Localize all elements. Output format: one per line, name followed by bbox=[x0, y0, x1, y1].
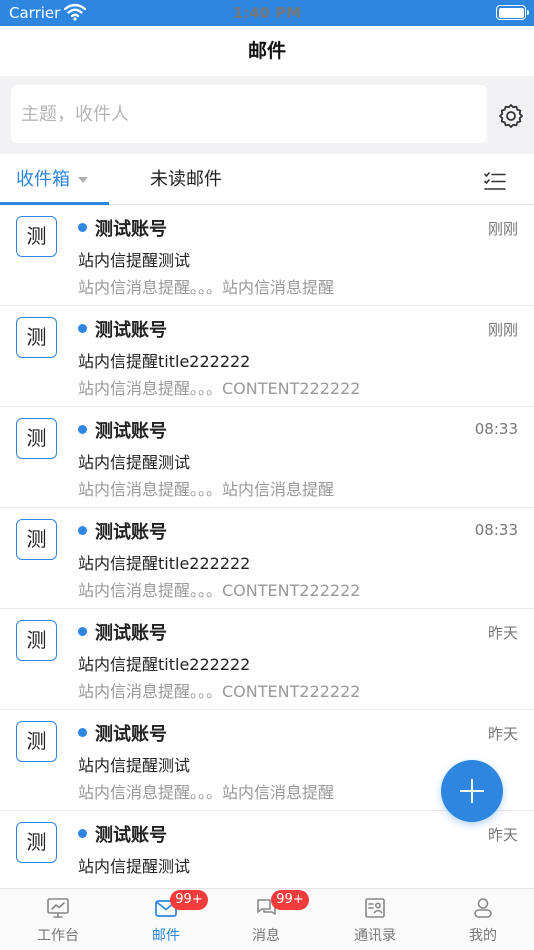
unread-dot bbox=[78, 728, 87, 737]
unread-dot bbox=[78, 324, 87, 333]
tab-unread[interactable]: 未读邮件 bbox=[150, 154, 222, 205]
avatar: 测 bbox=[16, 721, 57, 762]
message-preview: 站内信消息提醒。。。站内信消息提醒 bbox=[78, 480, 335, 499]
status-time: 1:40 PM bbox=[232, 4, 302, 22]
message-time: 08:33 bbox=[474, 521, 518, 539]
page-title: 邮件 bbox=[247, 40, 286, 62]
message-sender: 测试账号 bbox=[95, 825, 167, 846]
message-preview: 站内信消息提醒。。。站内信消息提醒 bbox=[78, 783, 335, 802]
tabbar-label: 消息 bbox=[252, 928, 280, 944]
tabbar-item-messages[interactable]: 消息 99+ bbox=[213, 889, 319, 950]
message-sender: 测试账号 bbox=[95, 623, 167, 644]
message-item[interactable]: 测 测试账号 刚刚 站内信提醒title222222 站内信消息提醒。。。CON… bbox=[0, 306, 534, 407]
message-item[interactable]: 测 测试账号 刚刚 站内信提醒测试 站内信消息提醒。。。站内信消息提醒 bbox=[0, 205, 534, 306]
caret-down-icon bbox=[78, 177, 88, 183]
contact-card-icon bbox=[365, 898, 385, 918]
tabbar-label: 工作台 bbox=[37, 928, 79, 944]
message-subject: 站内信提醒title222222 bbox=[78, 554, 251, 573]
message-sender: 测试账号 bbox=[95, 421, 167, 442]
tab-inbox[interactable]: 收件箱 bbox=[16, 154, 88, 205]
message-subject: 站内信提醒测试 bbox=[78, 857, 191, 876]
unread-dot bbox=[78, 627, 87, 636]
tabbar-label: 我的 bbox=[469, 928, 497, 944]
battery-icon bbox=[496, 5, 529, 20]
message-item[interactable]: 测 测试账号 08:33 站内信提醒测试 站内信消息提醒。。。站内信消息提醒 bbox=[0, 407, 534, 508]
unread-dot bbox=[78, 425, 87, 434]
bottom-tab-bar: 工作台 邮件 99+ 消息 99+ 通讯录 我的 bbox=[0, 888, 534, 950]
gear-icon[interactable] bbox=[497, 102, 525, 130]
message-preview: 站内信消息提醒。。。CONTENT222222 bbox=[78, 581, 361, 600]
compose-button[interactable] bbox=[441, 760, 503, 822]
avatar: 测 bbox=[16, 317, 57, 358]
avatar: 测 bbox=[16, 620, 57, 661]
message-sender: 测试账号 bbox=[95, 219, 167, 240]
search-input[interactable] bbox=[11, 85, 487, 143]
message-time: 刚刚 bbox=[487, 220, 518, 238]
message-time: 08:33 bbox=[474, 420, 518, 438]
message-subject: 站内信提醒测试 bbox=[78, 756, 191, 775]
message-preview: 站内信消息提醒。。。CONTENT222222 bbox=[78, 682, 361, 701]
avatar: 测 bbox=[16, 216, 57, 257]
message-subject: 站内信提醒title222222 bbox=[78, 352, 251, 371]
message-item[interactable]: 测 测试账号 昨天 站内信提醒title222222 站内信消息提醒。。。CON… bbox=[0, 609, 534, 710]
message-time: 刚刚 bbox=[487, 321, 518, 339]
unread-dot bbox=[78, 526, 87, 535]
tabbar-item-workbench[interactable]: 工作台 bbox=[5, 889, 111, 950]
status-bar: Carrier 1:40 PM bbox=[0, 0, 534, 26]
avatar: 测 bbox=[16, 519, 57, 560]
message-preview: 站内信消息提醒。。。站内信消息提醒 bbox=[78, 278, 335, 297]
message-preview: 站内信消息提醒。。。CONTENT222222 bbox=[78, 379, 361, 398]
message-item[interactable]: 测 测试账号 昨天 站内信提醒测试 bbox=[0, 811, 534, 888]
message-time: 昨天 bbox=[487, 826, 518, 844]
monitor-icon bbox=[47, 898, 69, 918]
avatar: 测 bbox=[16, 822, 57, 863]
avatar: 测 bbox=[16, 418, 57, 459]
tabbar-item-me[interactable]: 我的 bbox=[430, 889, 534, 950]
mail-badge: 99+ bbox=[170, 890, 208, 910]
message-subject: 站内信提醒测试 bbox=[78, 251, 191, 270]
unread-dot bbox=[78, 223, 87, 232]
tabbar-label: 邮件 bbox=[152, 928, 180, 944]
unread-dot bbox=[78, 829, 87, 838]
message-sender: 测试账号 bbox=[95, 320, 167, 341]
message-subject: 站内信提醒title222222 bbox=[78, 655, 251, 674]
message-sender: 测试账号 bbox=[95, 724, 167, 745]
tab-inbox-label: 收件箱 bbox=[16, 169, 70, 190]
tabbar-item-mail[interactable]: 邮件 99+ bbox=[113, 889, 219, 950]
mailbox-tabs: 收件箱 未读邮件 bbox=[0, 154, 534, 205]
message-time: 昨天 bbox=[487, 624, 518, 642]
checklist-icon[interactable] bbox=[484, 172, 506, 192]
tabbar-label: 通讯录 bbox=[354, 928, 396, 944]
search-bar bbox=[0, 76, 534, 154]
message-subject: 站内信提醒测试 bbox=[78, 453, 191, 472]
message-sender: 测试账号 bbox=[95, 522, 167, 543]
nav-bar: 邮件 bbox=[0, 26, 534, 76]
message-time: 昨天 bbox=[487, 725, 518, 743]
user-icon bbox=[474, 898, 492, 918]
tabbar-item-contacts[interactable]: 通讯录 bbox=[322, 889, 428, 950]
message-item[interactable]: 测 测试账号 08:33 站内信提醒title222222 站内信消息提醒。。。… bbox=[0, 508, 534, 609]
tab-unread-label: 未读邮件 bbox=[150, 169, 222, 190]
messages-badge: 99+ bbox=[271, 890, 309, 910]
